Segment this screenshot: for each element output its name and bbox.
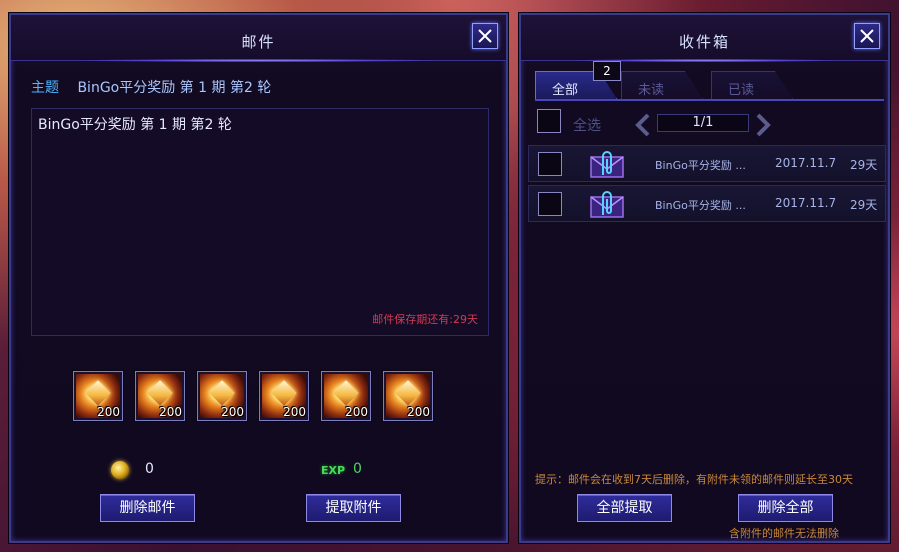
envelope-attachment-icon [590, 191, 624, 218]
attachment-slot[interactable]: 200 [73, 371, 123, 421]
inbox-mail-row[interactable]: BinGo平分奖励 ... 2017.11.7 29天 [528, 185, 886, 222]
attachment-quantity: 200 [97, 405, 120, 419]
tab-unread[interactable]: 未读 [621, 71, 703, 99]
attachment-list: 200 200 200 200 200 200 [73, 371, 439, 421]
mail-count-badge: 2 [593, 61, 621, 81]
mail-row-days-left: 29天 [850, 198, 878, 212]
next-page-button[interactable] [755, 113, 771, 137]
attachment-quantity: 200 [283, 405, 306, 419]
select-all-label: 全选 [573, 118, 601, 134]
attachment-slot[interactable]: 200 [197, 371, 247, 421]
attachment-quantity: 200 [345, 405, 368, 419]
mail-panel: 邮件 主题 BinGo平分奖励 第 1 期 第2 轮 BinGo平分奖励 第 1… [9, 13, 508, 543]
mail-title-bar: 邮件 [11, 15, 506, 62]
delete-note: 含附件的邮件无法删除 [729, 527, 839, 540]
exp-amount: 0 [353, 461, 362, 477]
attachment-quantity: 200 [407, 405, 430, 419]
mail-row-checkbox[interactable] [538, 152, 562, 176]
inbox-title-bar: 收件箱 [521, 15, 888, 62]
page-indicator: 1/1 [657, 114, 749, 132]
mail-row-date: 2017.11.7 [775, 196, 837, 210]
gold-amount: 0 [145, 461, 154, 477]
attachment-quantity: 200 [159, 405, 182, 419]
attachment-quantity: 200 [221, 405, 244, 419]
tab-read[interactable]: 已读 [711, 71, 793, 99]
inbox-panel-title: 收件箱 [678, 33, 730, 51]
subject-row: 主题 BinGo平分奖励 第 1 期 第2 轮 [31, 77, 271, 97]
mail-close-button[interactable] [472, 23, 498, 49]
claim-attachments-button[interactable]: 提取附件 [306, 494, 401, 522]
select-all-checkbox[interactable] [537, 109, 561, 133]
envelope-attachment-icon [590, 151, 624, 178]
attachment-slot[interactable]: 200 [135, 371, 185, 421]
inbox-mail-row[interactable]: BinGo平分奖励 ... 2017.11.7 29天 [528, 145, 886, 182]
retention-notice: 邮件保存期还有:29天 [372, 313, 478, 326]
delete-mail-button[interactable]: 删除邮件 [100, 494, 195, 522]
delete-all-button[interactable]: 删除全部 [738, 494, 833, 522]
mail-body-text: BinGo平分奖励 第 1 期 第2 轮 [38, 117, 232, 133]
attachment-slot[interactable]: 200 [259, 371, 309, 421]
attachment-slot[interactable]: 200 [321, 371, 371, 421]
prev-page-button[interactable] [635, 113, 651, 137]
mail-row-subject: BinGo平分奖励 ... [655, 159, 746, 172]
tab-divider [535, 99, 884, 101]
inbox-tip: 提示：邮件会在收到7天后删除，有附件未领的邮件则延长至30天 [535, 473, 853, 486]
claim-all-button[interactable]: 全部提取 [577, 494, 672, 522]
mail-row-days-left: 29天 [850, 158, 878, 172]
inbox-close-button[interactable] [854, 23, 880, 49]
mail-body[interactable]: BinGo平分奖励 第 1 期 第2 轮 邮件保存期还有:29天 [31, 108, 489, 336]
close-icon [860, 29, 874, 43]
attachment-slot[interactable]: 200 [383, 371, 433, 421]
gold-coin-icon [111, 461, 129, 479]
subject-value: BinGo平分奖励 第 1 期 第2 轮 [77, 80, 272, 96]
exp-icon: EXP [321, 464, 346, 477]
mail-row-date: 2017.11.7 [775, 156, 837, 170]
inbox-panel: 收件箱 全部 未读 已读 2 全选 1/1 BinGo平分奖励 ... 2017… [519, 13, 890, 543]
chevron-right-icon [756, 113, 771, 137]
mail-row-subject: BinGo平分奖励 ... [655, 199, 746, 212]
chevron-left-icon [635, 113, 650, 137]
subject-label: 主题 [31, 80, 59, 96]
mail-panel-title: 邮件 [241, 33, 276, 51]
close-icon [478, 29, 492, 43]
mail-row-checkbox[interactable] [538, 192, 562, 216]
